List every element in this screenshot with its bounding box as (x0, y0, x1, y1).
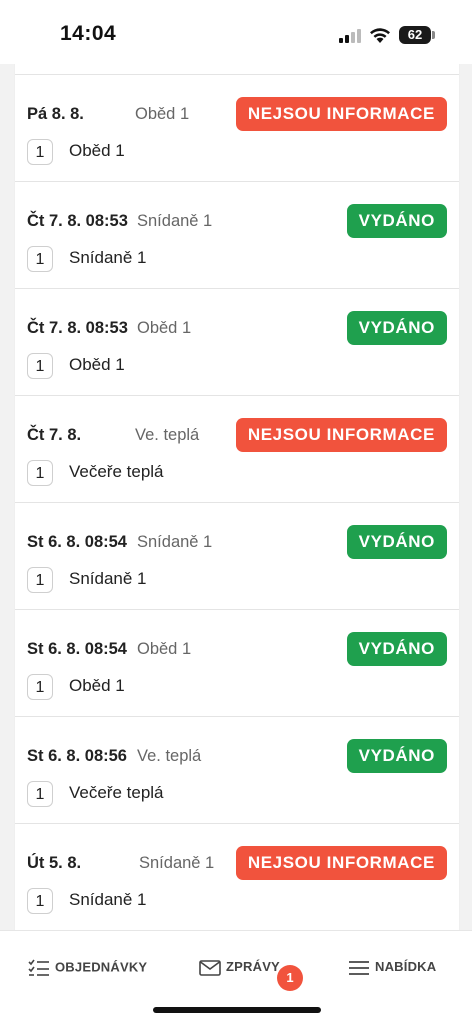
status-badge: VYDÁNO (346, 311, 447, 345)
order-item-name: Snídaně 1 (69, 890, 147, 909)
order-date: Čt 7. 8. 08:53 (27, 212, 128, 230)
order-date: St 6. 8. 08:56 (27, 747, 127, 765)
quantity-box: 1 (27, 888, 53, 914)
order-row[interactable]: St 6. 8. 08:54 Snídaně 1 VYDÁNO 1 Snídan… (15, 502, 459, 609)
status-time: 14:04 (60, 22, 117, 45)
order-meal: Snídaně 1 (137, 533, 213, 551)
quantity-box: 1 (27, 460, 53, 486)
order-date: St 6. 8. 08:54 (27, 533, 127, 551)
envelope-icon (199, 959, 221, 976)
order-date: Čt 7. 8. (27, 426, 82, 444)
quantity-box: 1 (27, 674, 53, 700)
order-row[interactable]: Út 5. 8. Snídaně 1 NEJSOU INFORMACE 1 Sn… (15, 823, 459, 930)
order-meal: Oběd 1 (135, 105, 190, 123)
order-row[interactable]: St 6. 8. 08:54 Oběd 1 VYDÁNO 1 Oběd 1 (15, 609, 459, 716)
order-item-name: Večeře teplá (69, 783, 164, 802)
status-badge: VYDÁNO (346, 204, 447, 238)
quantity-box: 1 (27, 781, 53, 807)
order-meal: Ve. teplá (135, 426, 200, 444)
order-row[interactable]: St 6. 8. 08:56 Ve. teplá VYDÁNO 1 Večeře… (15, 716, 459, 823)
order-meal: Ve. teplá (137, 747, 202, 765)
battery-tip (432, 31, 435, 39)
order-row[interactable]: Čt 7. 8. 08:53 Oběd 1 VYDÁNO 1 Oběd 1 (15, 288, 459, 395)
order-row[interactable]: Pá 8. 8. Oběd 1 NEJSOU INFORMACE 1 Oběd … (15, 74, 459, 181)
home-indicator[interactable] (153, 1007, 321, 1013)
tab-menu-label: NABÍDKA (375, 959, 437, 974)
quantity-box: 1 (27, 353, 53, 379)
hamburger-icon (349, 960, 369, 975)
tab-messages[interactable]: ZPRÁVY (199, 959, 280, 976)
order-date: Čt 7. 8. 08:53 (27, 319, 128, 337)
signal-icon (339, 29, 361, 43)
order-item-name: Snídaně 1 (69, 569, 147, 588)
order-meal: Snídaně 1 (139, 854, 215, 872)
order-meal: Oběd 1 (137, 319, 192, 337)
order-date: St 6. 8. 08:54 (27, 640, 127, 658)
battery-indicator: 62 (399, 26, 431, 44)
order-row[interactable]: Čt 7. 8. 08:53 Snídaně 1 VYDÁNO 1 Snídan… (15, 181, 459, 288)
order-item-name: Oběd 1 (69, 141, 125, 160)
order-row[interactable]: Čt 7. 8. Ve. teplá NEJSOU INFORMACE 1 Ve… (15, 395, 459, 502)
order-item-name: Oběd 1 (69, 355, 125, 374)
order-item-name: Snídaně 1 (69, 248, 147, 267)
order-meal: Snídaně 1 (137, 212, 213, 230)
quantity-box: 1 (27, 567, 53, 593)
order-item-name: Večeře teplá (69, 462, 164, 481)
status-badge: VYDÁNO (346, 632, 447, 666)
messages-count-badge: 1 (277, 965, 303, 991)
tab-orders-label: OBJEDNÁVKY (55, 959, 148, 975)
status-bar: 14:04 62 (0, 0, 472, 64)
status-badge: NEJSOU INFORMACE (235, 418, 447, 452)
wifi-icon (370, 28, 390, 43)
status-badge: NEJSOU INFORMACE (235, 846, 447, 880)
tab-menu[interactable]: NABÍDKA (348, 959, 436, 976)
order-date: Út 5. 8. (27, 854, 82, 872)
tab-orders[interactable]: OBJEDNÁVKY (28, 959, 147, 977)
tab-messages-label: ZPRÁVY (226, 959, 280, 974)
status-badge: VYDÁNO (346, 739, 447, 773)
checklist-icon (28, 959, 49, 976)
quantity-box: 1 (27, 139, 53, 165)
order-date: Pá 8. 8. (27, 105, 84, 123)
quantity-box: 1 (27, 246, 53, 272)
order-item-name: Oběd 1 (69, 676, 125, 695)
order-history-list[interactable]: Pá 8. 8. Oběd 1 NEJSOU INFORMACE 1 Oběd … (14, 64, 460, 930)
status-badge: VYDÁNO (346, 525, 447, 559)
status-badge: NEJSOU INFORMACE (235, 97, 447, 131)
order-meal: Oběd 1 (137, 640, 192, 658)
